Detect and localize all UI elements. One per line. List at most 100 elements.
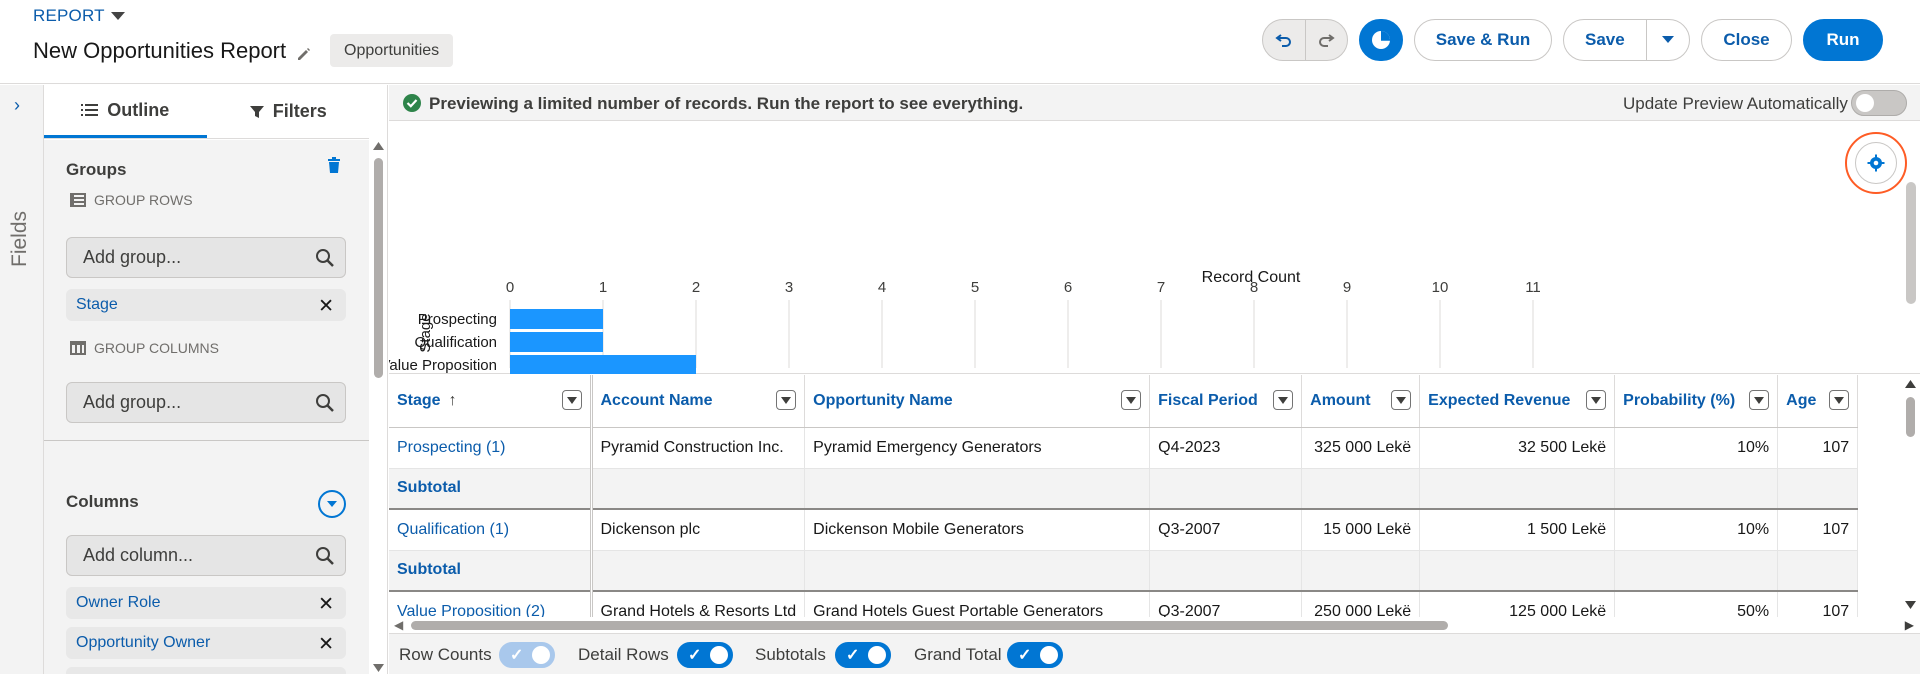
column-header[interactable]: Probability (%) xyxy=(1614,375,1779,428)
column-header[interactable]: Account Name xyxy=(591,375,806,428)
x-tick-label: 7 xyxy=(1157,279,1165,296)
table-cell: 10% xyxy=(1614,427,1779,469)
table-cell xyxy=(1614,468,1779,510)
save-menu-button[interactable] xyxy=(1645,20,1689,60)
pencil-icon[interactable] xyxy=(296,42,314,60)
trash-icon[interactable] xyxy=(327,157,341,173)
panel-scrollbar[interactable] xyxy=(369,140,387,674)
category-label: Qualification xyxy=(414,334,497,351)
column-chip-partial[interactable] xyxy=(66,667,346,674)
detail-rows-toggle[interactable]: ✓ xyxy=(677,642,733,668)
save-and-run-button[interactable]: Save & Run xyxy=(1414,19,1552,61)
table-cell: Grand Hotels & Resorts Ltd xyxy=(591,591,806,618)
save-button[interactable]: Save xyxy=(1564,20,1646,60)
column-chip[interactable]: Opportunity Owner ✕ xyxy=(66,627,346,659)
chart-scroll-thumb[interactable] xyxy=(1906,182,1916,304)
scroll-right-icon[interactable]: ▶ xyxy=(1905,618,1914,632)
add-column-input[interactable]: Add column... xyxy=(66,535,346,576)
subtotals-toggle[interactable]: ✓ xyxy=(835,642,891,668)
toggle-knob xyxy=(532,646,550,664)
column-chip-label: Opportunity Owner xyxy=(76,634,211,651)
remove-icon[interactable]: ✕ xyxy=(318,633,334,656)
column-chip[interactable]: Owner Role ✕ xyxy=(66,587,346,619)
table-cell: Q4-2023 xyxy=(1149,427,1303,469)
column-header[interactable]: Age xyxy=(1777,375,1859,428)
column-header-label: Probability (%) xyxy=(1623,391,1736,409)
gear-icon xyxy=(1867,154,1885,172)
column-menu-icon[interactable] xyxy=(1829,390,1850,410)
run-button[interactable]: Run xyxy=(1803,19,1883,61)
chart-bar[interactable] xyxy=(510,309,603,329)
grand-total-toggle[interactable]: ✓ xyxy=(1007,642,1063,668)
remove-icon[interactable]: ✕ xyxy=(318,593,334,616)
fields-rail[interactable]: › Fields xyxy=(0,85,44,674)
column-menu-icon[interactable] xyxy=(1121,390,1142,410)
column-menu-icon[interactable] xyxy=(1391,390,1412,410)
group-row-chip[interactable]: Stage ✕ xyxy=(66,289,346,321)
table-horizontal-scrollbar[interactable]: ◀ ▶ xyxy=(389,617,1920,633)
scroll-left-icon[interactable]: ◀ xyxy=(394,618,403,632)
column-header[interactable]: Fiscal Period xyxy=(1149,375,1303,428)
stage-group-link[interactable]: Value Proposition (2) xyxy=(389,591,593,618)
table-cell: 10% xyxy=(1614,509,1779,551)
toggle-knob xyxy=(710,646,728,664)
column-menu-icon[interactable] xyxy=(1586,390,1607,410)
table-cell: 250 000 Lekë xyxy=(1301,591,1421,618)
x-tick-label: 1 xyxy=(599,279,607,296)
table-cell: Pyramid Construction Inc. xyxy=(591,427,806,469)
check-icon: ✓ xyxy=(688,647,702,664)
column-menu-icon[interactable] xyxy=(776,390,797,410)
auto-preview-toggle[interactable] xyxy=(1851,90,1907,116)
column-menu-icon[interactable] xyxy=(561,390,582,410)
column-menu-icon[interactable] xyxy=(1749,390,1770,410)
column-header[interactable]: Opportunity Name xyxy=(804,375,1151,428)
tab-outline[interactable]: Outline xyxy=(44,85,207,138)
group-rows-label: GROUP ROWS xyxy=(94,192,193,208)
chart-settings-button[interactable] xyxy=(1855,142,1897,184)
report-menu[interactable]: REPORT xyxy=(33,6,125,26)
horizontal-scroll-thumb[interactable] xyxy=(411,621,1448,630)
stage-group-link[interactable]: Qualification (1) xyxy=(389,509,593,551)
category-label: Prospecting xyxy=(418,311,497,328)
table-scroll-thumb[interactable] xyxy=(1906,397,1915,437)
panel-scroll-thumb[interactable] xyxy=(374,158,383,378)
table-cell xyxy=(804,468,1151,510)
chart-area: Record Count 0 1 2 3 4 5 6 7 8 9 10 11 Stage Prospecti… xyxy=(389,122,1920,374)
add-group-row-placeholder: Add group... xyxy=(83,247,182,267)
undo-button[interactable] xyxy=(1263,20,1305,60)
check-icon: ✓ xyxy=(1018,647,1032,664)
search-icon xyxy=(316,394,334,412)
bar-chart: Record Count0 1 2 3 4 5 6 7 8 9 10 11StageProspecti… xyxy=(389,269,1541,374)
chart-bar[interactable] xyxy=(510,332,603,352)
column-header-label: Expected Revenue xyxy=(1428,391,1571,409)
sort-ascending-icon[interactable]: ↑ xyxy=(449,392,457,409)
stage-group-link[interactable]: Prospecting (1) xyxy=(389,427,593,469)
tab-filters[interactable]: Filters xyxy=(207,85,370,138)
add-group-column-input[interactable]: Add group... xyxy=(66,382,346,423)
row-counts-toggle[interactable]: ✓ xyxy=(499,642,555,668)
outline-body: Groups GROUP ROWS Add group... Stage ✕ G… xyxy=(44,140,369,674)
close-button[interactable]: Close xyxy=(1701,19,1792,61)
panel-tabs: Outline Filters xyxy=(44,85,369,139)
subtotal-row: Subtotal xyxy=(389,468,1859,510)
x-tick-label: 6 xyxy=(1064,279,1072,296)
column-menu-icon[interactable] xyxy=(1273,390,1294,410)
columns-menu-button[interactable] xyxy=(318,490,346,518)
column-header[interactable]: Expected Revenue xyxy=(1419,375,1616,428)
table-scrollbar[interactable] xyxy=(1901,375,1920,618)
column-header[interactable]: Amount xyxy=(1301,375,1421,428)
table-row: Value Proposition (2) Grand Hotels & Reso… xyxy=(389,591,1859,618)
toggle-chart-button[interactable] xyxy=(1359,19,1403,61)
column-header[interactable]: Stage ↑ xyxy=(389,375,593,428)
report-preview: Previewing a limited number of records. … xyxy=(389,85,1920,674)
scroll-up-icon xyxy=(1905,380,1916,388)
outline-panel: Outline Filters Groups GROUP ROWS Add gr… xyxy=(44,85,388,674)
remove-icon[interactable]: ✕ xyxy=(318,295,334,318)
table-cell: Grand Hotels Guest Portable Generators xyxy=(804,591,1151,618)
chevron-right-icon[interactable]: › xyxy=(14,95,20,116)
chart-bar[interactable] xyxy=(510,355,696,374)
add-group-row-input[interactable]: Add group... xyxy=(66,237,346,278)
scroll-up-icon xyxy=(373,142,384,150)
table-cell: Q3-2007 xyxy=(1149,591,1303,618)
redo-button[interactable] xyxy=(1304,20,1347,60)
